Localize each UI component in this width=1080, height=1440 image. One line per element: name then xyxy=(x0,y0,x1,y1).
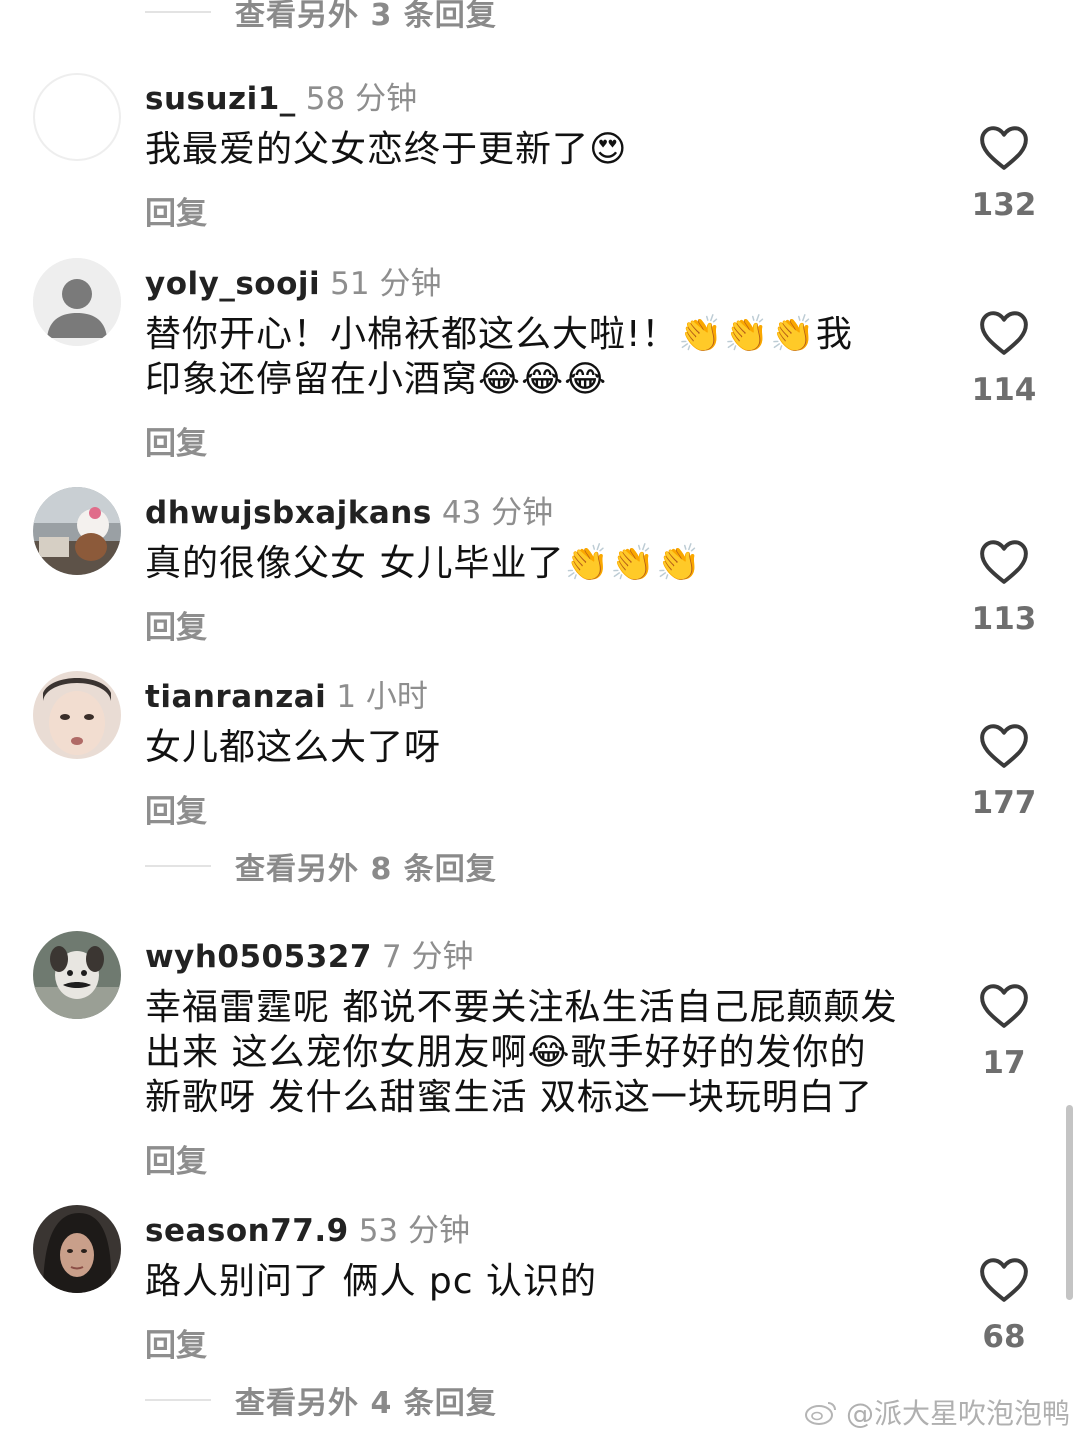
view-more-replies[interactable]: 查看另外 4 条回复 xyxy=(145,1370,497,1430)
heart-icon[interactable] xyxy=(979,1257,1029,1303)
reply-button[interactable]: 回复 xyxy=(145,1320,207,1365)
comment-text: 幸福雷霆呢 都说不要关注私生活自己屁颠颠发 出来 这么宠你女朋友啊😂歌手好好的发… xyxy=(145,987,898,1118)
avatar[interactable] xyxy=(33,487,121,575)
comment-text: 路人别问了 俩人 pc 认识的 xyxy=(145,1261,597,1302)
like-group: 132 xyxy=(962,125,1046,223)
like-count: 68 xyxy=(982,1319,1026,1355)
heart-icon[interactable] xyxy=(979,310,1029,356)
watermark-text: @派大星吹泡泡鸭 xyxy=(845,1397,1070,1430)
comment-username[interactable]: season77.9 xyxy=(145,1213,349,1249)
view-more-replies-top[interactable]: 查看另外 3 条回复 xyxy=(145,0,497,42)
comment-text: 替你开心！小棉袄都这么大啦!！👏👏👏我 印象还停留在小酒窝😂😂😂 xyxy=(145,314,853,400)
comment-time: 51 分钟 xyxy=(330,266,442,302)
like-group: 68 xyxy=(962,1257,1046,1355)
reply-button[interactable]: 回复 xyxy=(145,786,207,831)
like-group: 113 xyxy=(962,539,1046,637)
view-more-replies-label: 查看另外 3 条回复 xyxy=(235,0,497,33)
comment-username[interactable]: dhwujsbxajkans xyxy=(145,495,432,531)
avatar[interactable] xyxy=(33,1205,121,1293)
dog-photo xyxy=(33,931,121,1019)
avatar[interactable] xyxy=(33,931,121,1019)
like-count: 177 xyxy=(971,785,1037,821)
like-count: 113 xyxy=(971,601,1037,637)
reply-button[interactable]: 回复 xyxy=(145,602,207,647)
like-count: 114 xyxy=(971,372,1037,408)
comment-username[interactable]: yoly_sooji xyxy=(145,266,320,302)
view-more-replies-label: 查看另外 4 条回复 xyxy=(235,1386,497,1421)
comment-text: 我最爱的父女恋终于更新了😍 xyxy=(145,129,628,170)
heart-icon[interactable] xyxy=(979,723,1029,769)
comment-text: 女儿都这么大了呀 xyxy=(145,727,442,768)
scrollbar[interactable] xyxy=(1066,1105,1073,1300)
watermark: @派大星吹泡泡鸭 xyxy=(804,1392,1070,1432)
like-group: 177 xyxy=(962,723,1046,821)
view-more-replies[interactable]: 查看另外 8 条回复 xyxy=(145,836,497,896)
plush-toy-photo xyxy=(33,487,121,575)
weibo-logo-icon xyxy=(804,1402,836,1425)
thread-line xyxy=(145,11,211,13)
reply-button[interactable]: 回复 xyxy=(145,1136,207,1181)
thread-line xyxy=(145,865,211,867)
comment-time: 1 小时 xyxy=(336,679,428,715)
avatar[interactable] xyxy=(33,258,121,346)
view-more-replies-label: 查看另外 8 条回复 xyxy=(235,852,497,887)
comment-username[interactable]: tianranzai xyxy=(145,679,326,715)
like-group: 17 xyxy=(962,983,1046,1081)
default-person-icon xyxy=(33,258,121,346)
comment-time: 53 分钟 xyxy=(358,1213,471,1249)
reply-button[interactable]: 回复 xyxy=(145,188,207,233)
heart-icon[interactable] xyxy=(979,983,1029,1029)
heart-icon[interactable] xyxy=(979,125,1029,171)
comment-time: 58 分钟 xyxy=(305,81,418,117)
reply-button[interactable]: 回复 xyxy=(145,418,207,463)
comment-username[interactable]: wyh0505327 xyxy=(145,939,372,975)
like-count: 132 xyxy=(971,187,1037,223)
comment-time: 7 分钟 xyxy=(381,939,474,975)
thread-line xyxy=(145,1399,211,1401)
heart-icon[interactable] xyxy=(979,539,1029,585)
like-group: 114 xyxy=(962,310,1046,408)
comment-time: 43 分钟 xyxy=(441,495,554,531)
person-photo xyxy=(33,1205,121,1293)
comment-username[interactable]: susuzi1_ xyxy=(145,81,296,117)
avatar[interactable] xyxy=(33,671,121,759)
face-photo xyxy=(33,671,121,759)
comment-text: 真的很像父女 女儿毕业了👏👏👏 xyxy=(145,543,702,584)
avatar[interactable] xyxy=(33,73,121,161)
like-count: 17 xyxy=(982,1045,1026,1081)
